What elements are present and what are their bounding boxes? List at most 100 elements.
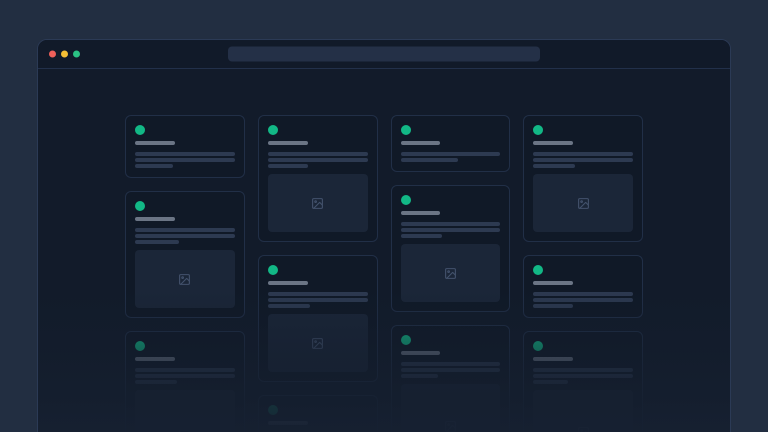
text-placeholder-block (135, 228, 235, 244)
text-placeholder-line (135, 164, 173, 168)
title-placeholder-line (533, 281, 573, 285)
card-grid (125, 115, 643, 432)
image-icon (178, 429, 191, 432)
text-placeholder-line (401, 234, 443, 238)
browser-window (37, 39, 731, 432)
text-placeholder-line (268, 304, 310, 308)
title-placeholder-line (268, 421, 308, 425)
image-placeholder (135, 390, 235, 432)
browser-titlebar (38, 40, 730, 69)
feed-card[interactable] (523, 115, 643, 242)
text-placeholder-line (401, 368, 501, 372)
image-placeholder (533, 174, 633, 232)
address-bar[interactable] (228, 47, 540, 62)
text-placeholder-line (533, 304, 573, 308)
text-placeholder-block (268, 152, 368, 168)
feed-card[interactable] (391, 325, 511, 432)
text-placeholder-line (135, 158, 235, 162)
text-placeholder-line (135, 234, 235, 238)
text-placeholder-block (135, 152, 235, 168)
window-controls (49, 51, 80, 58)
text-placeholder-block (401, 152, 501, 162)
title-placeholder-line (135, 357, 175, 361)
text-placeholder-line (135, 152, 235, 156)
image-placeholder (135, 250, 235, 308)
text-placeholder-line (135, 228, 235, 232)
maximize-button[interactable] (73, 51, 80, 58)
image-icon (577, 197, 590, 210)
text-placeholder-line (135, 380, 177, 384)
text-placeholder-line (135, 374, 235, 378)
text-placeholder-line (533, 380, 568, 384)
text-placeholder-line (533, 152, 633, 156)
text-placeholder-line (268, 292, 368, 296)
text-placeholder-line (533, 164, 575, 168)
title-placeholder-line (401, 141, 441, 145)
text-placeholder-line (533, 368, 633, 372)
image-icon (577, 426, 590, 432)
text-placeholder-line (401, 374, 439, 378)
image-placeholder (401, 384, 501, 432)
image-icon (178, 273, 191, 286)
status-indicator-dot (533, 265, 543, 275)
text-placeholder-block (401, 362, 501, 378)
text-placeholder-line (268, 298, 368, 302)
status-indicator-dot (268, 405, 278, 415)
status-indicator-dot (268, 125, 278, 135)
title-placeholder-line (268, 281, 308, 285)
image-icon (311, 337, 324, 350)
feed-card[interactable] (258, 115, 378, 242)
feed-card[interactable] (391, 115, 511, 172)
text-placeholder-block (533, 292, 633, 308)
text-placeholder-line (533, 298, 633, 302)
image-placeholder (268, 314, 368, 372)
text-placeholder-line (268, 164, 308, 168)
feed-card[interactable] (125, 331, 245, 432)
image-icon (444, 267, 457, 280)
text-placeholder-line (401, 222, 501, 226)
text-placeholder-line (533, 292, 633, 296)
image-placeholder (533, 390, 633, 432)
minimize-button[interactable] (61, 51, 68, 58)
close-button[interactable] (49, 51, 56, 58)
status-indicator-dot (135, 125, 145, 135)
masonry-column-2 (258, 115, 378, 432)
text-placeholder-block (533, 152, 633, 168)
text-placeholder-block (533, 368, 633, 384)
text-placeholder-line (268, 158, 368, 162)
masonry-column-1 (125, 115, 245, 432)
title-placeholder-line (533, 141, 573, 145)
text-placeholder-line (533, 374, 633, 378)
feed-card[interactable] (391, 185, 511, 312)
text-placeholder-line (401, 158, 459, 162)
title-placeholder-line (268, 141, 308, 145)
title-placeholder-line (533, 357, 573, 361)
feed-card[interactable] (125, 115, 245, 178)
image-icon (311, 197, 324, 210)
text-placeholder-line (401, 228, 501, 232)
text-placeholder-block (268, 292, 368, 308)
title-placeholder-line (135, 141, 175, 145)
text-placeholder-line (401, 362, 501, 366)
status-indicator-dot (401, 335, 411, 345)
feed-card[interactable] (523, 255, 643, 318)
text-placeholder-block (135, 368, 235, 384)
title-placeholder-line (135, 217, 175, 221)
text-placeholder-line (135, 240, 179, 244)
masonry-column-4 (523, 115, 643, 432)
status-indicator-dot (533, 341, 543, 351)
feed-card[interactable] (258, 395, 378, 432)
text-placeholder-line (135, 368, 235, 372)
status-indicator-dot (135, 341, 145, 351)
title-placeholder-line (401, 211, 441, 215)
status-indicator-dot (401, 125, 411, 135)
image-placeholder (401, 244, 501, 302)
feed-card[interactable] (125, 191, 245, 318)
feed-card[interactable] (523, 331, 643, 432)
feed-card[interactable] (258, 255, 378, 382)
status-indicator-dot (135, 201, 145, 211)
text-placeholder-line (533, 158, 633, 162)
masonry-column-3 (391, 115, 511, 432)
text-placeholder-line (268, 152, 368, 156)
text-placeholder-block (401, 222, 501, 238)
